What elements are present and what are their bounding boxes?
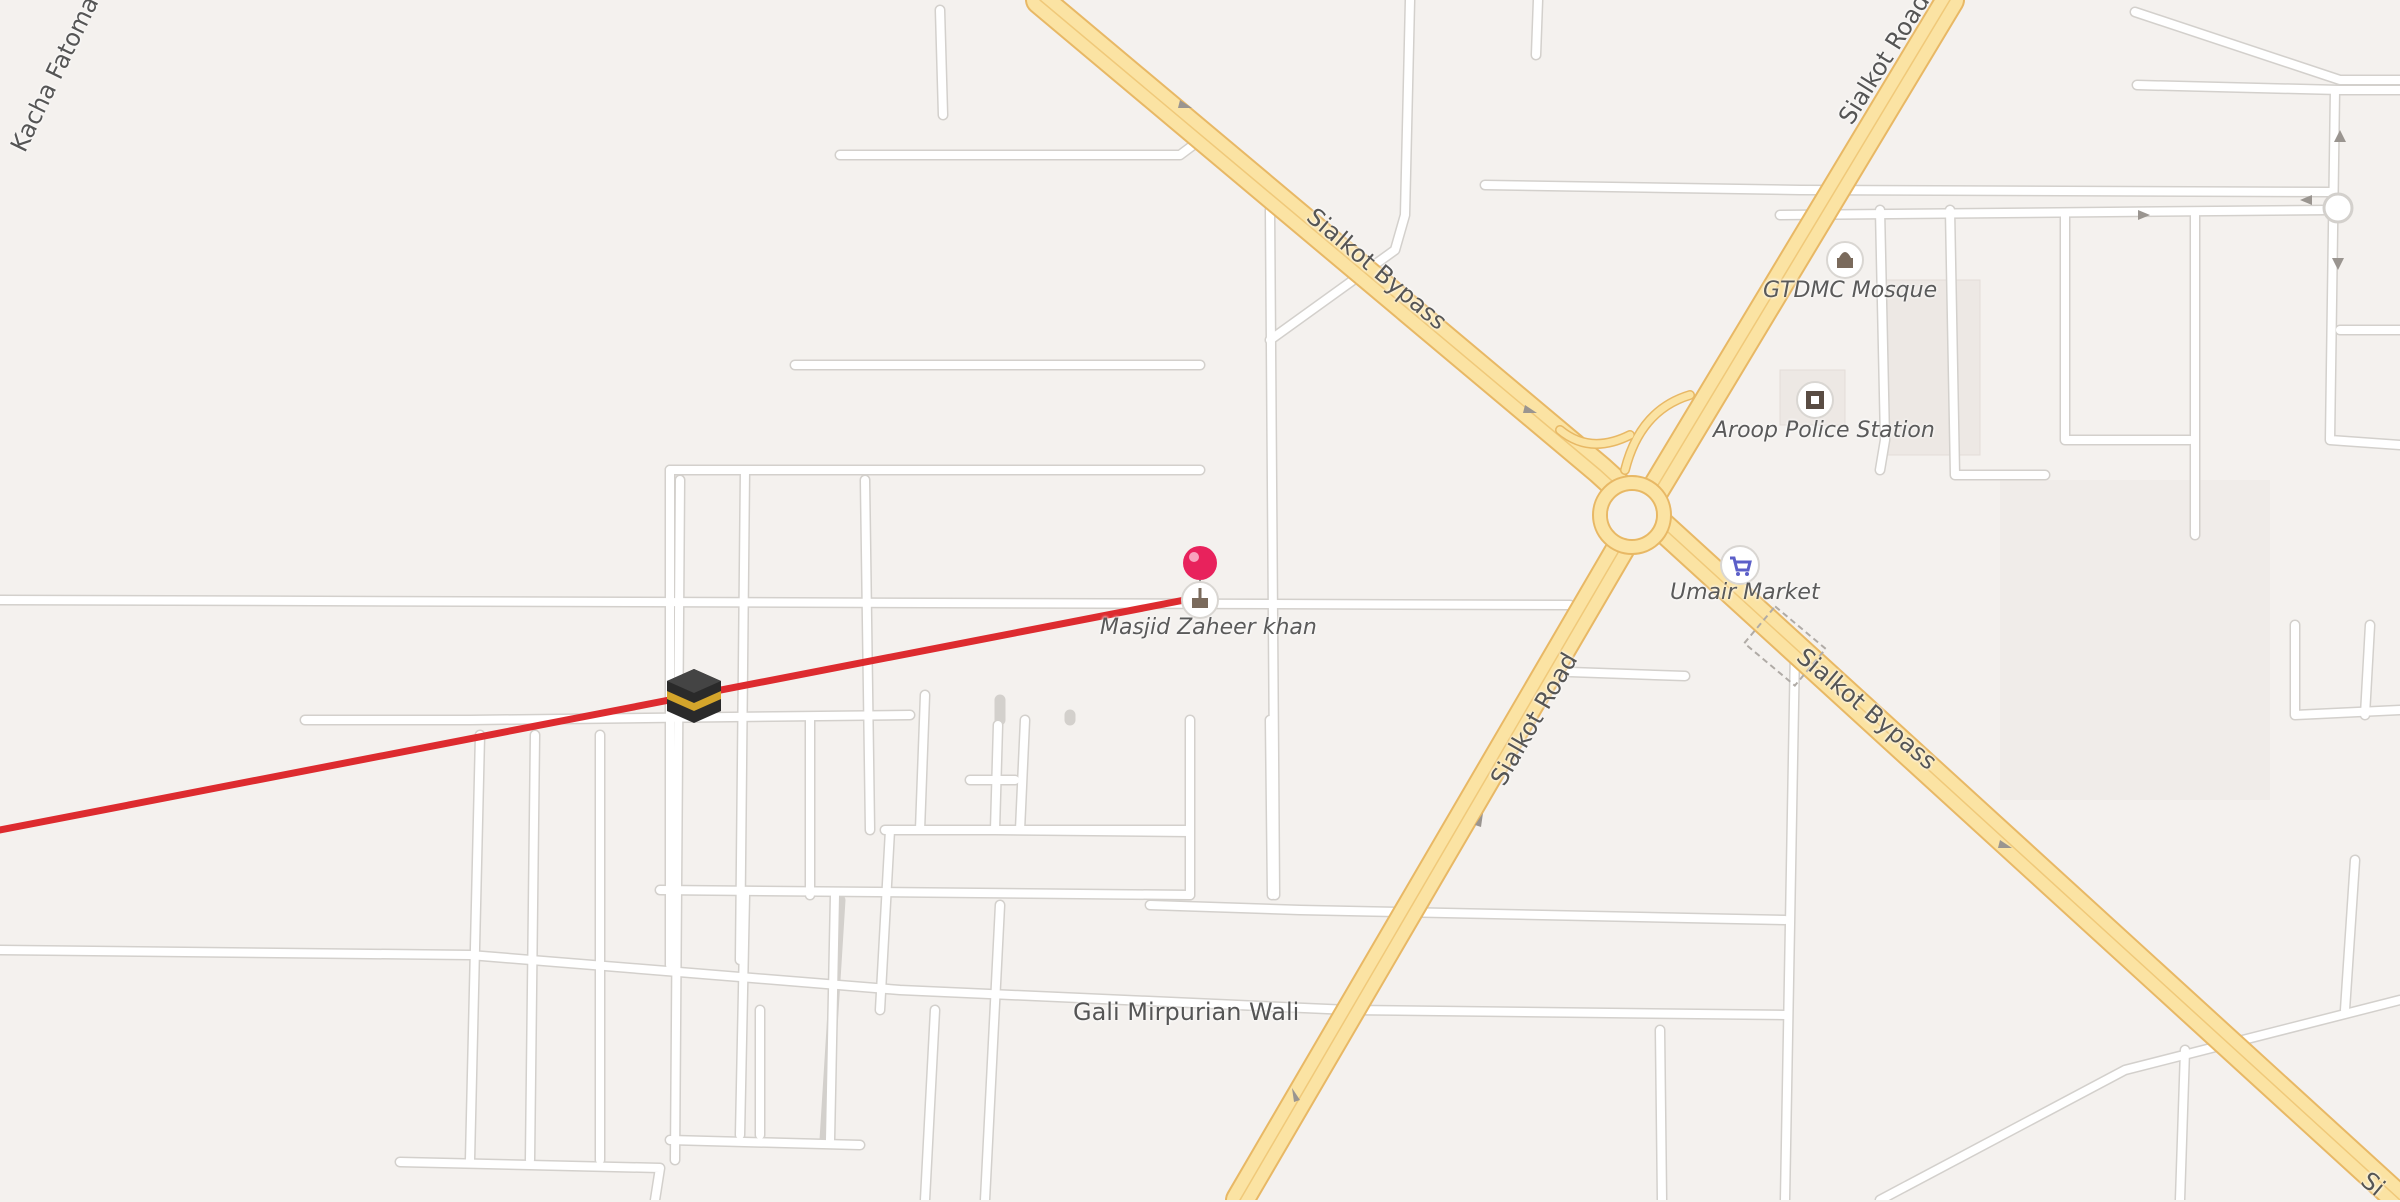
shopping-cart-icon[interactable] xyxy=(1720,545,1760,585)
police-icon[interactable] xyxy=(1796,381,1834,419)
roundabout-island xyxy=(1608,491,1656,539)
mosque-icon[interactable] xyxy=(1826,241,1864,279)
mosque-icon[interactable] xyxy=(1181,581,1219,619)
building-block xyxy=(2000,480,2270,800)
poi-label-umair-market[interactable]: Umair Market xyxy=(1670,580,1820,605)
poi-label-masjid-zaheer-khan[interactable]: Masjid Zaheer khan xyxy=(1100,615,1317,640)
road-label-gali-mirpurian: Gali Mirpurian Wali xyxy=(1073,998,1300,1026)
poi-label-gtdmc-mosque[interactable]: GTDMC Mosque xyxy=(1763,278,1937,303)
poi-label-aroop-police-station[interactable]: Aroop Police Station xyxy=(1713,418,1935,443)
mini-roundabout xyxy=(2322,192,2354,224)
